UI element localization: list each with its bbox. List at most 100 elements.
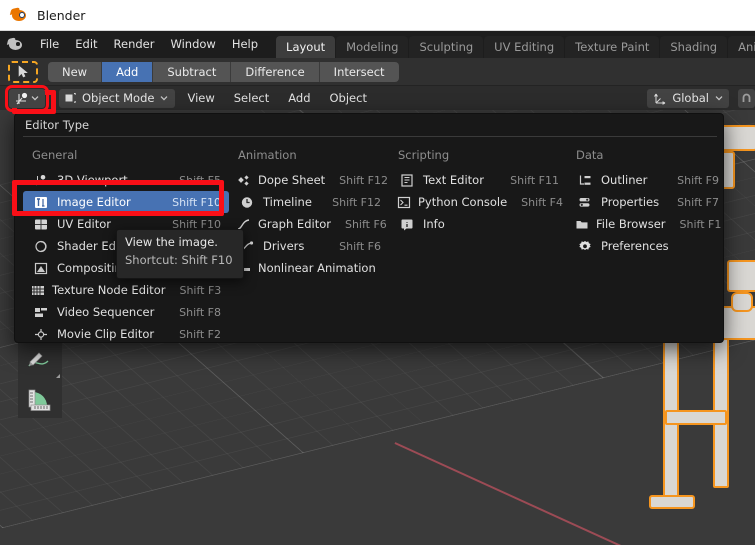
tab-animation[interactable]: Animation [728,36,755,58]
menu-item-shortcut: Shift F11 [510,173,559,187]
menu-item-shortcut: Shift F4 [521,195,563,209]
movie-clip-editor-icon [31,327,50,342]
menu-window[interactable]: Window [162,34,223,55]
tab-uv-editing[interactable]: UV Editing [484,36,565,58]
topbar-menu-row: File Edit Render Window Help [0,31,266,58]
info-icon [397,217,416,232]
menu-item-shortcut: Shift F5 [179,173,221,187]
menu-item-label: 3D Viewport [57,173,128,187]
magnet-snap-icon[interactable] [738,88,755,108]
menu-item-label: Python Console [418,195,508,209]
menu-item-shortcut: Shift F7 [677,195,719,209]
blender-logo-icon [9,6,28,24]
menu-item-dope-sheet[interactable]: Dope Sheet Shift F12 [229,169,389,191]
menu-item-shortcut: Shift F2 [179,327,221,341]
menu-item-text-editor[interactable]: Text Editor Shift F11 [389,169,567,191]
python-console-icon [397,195,411,210]
editor-type-dropdown-menu: Editor Type General 3D Viewport Shift F5… [14,113,724,343]
column-heading-data: Data [576,148,604,162]
blender-menu-icon[interactable] [6,36,25,53]
transform-orientation-dropdown[interactable]: Global [647,88,729,108]
viewport-menu-object[interactable]: Object [323,89,374,107]
annotate-pencil-icon[interactable] [18,342,62,380]
menu-file[interactable]: File [32,34,67,55]
boolean-add[interactable]: Add [102,61,154,82]
menu-edit[interactable]: Edit [67,34,105,55]
menu-item-shortcut: Shift F9 [677,173,719,187]
menu-item-label: Preferences [601,239,669,253]
menu-help[interactable]: Help [224,34,266,55]
menu-item-label: Outliner [601,173,648,187]
viewport-menu-select[interactable]: Select [227,89,276,107]
tab-layout[interactable]: Layout [276,36,336,58]
texture-node-editor-icon [31,283,45,298]
column-heading-animation: Animation [238,148,297,162]
preferences-gear-icon [575,239,594,254]
chevron-down-icon [161,96,168,101]
chevron-down-icon [715,96,723,101]
menu-item-shortcut: Shift F6 [344,217,387,231]
tab-sculpting[interactable]: Sculpting [409,36,484,58]
menu-item-shortcut: Shift F12 [339,173,388,187]
boolean-mode-group: New Add Subtract Difference Intersect [48,61,399,82]
menu-item-label: Drivers [263,239,305,253]
text-editor-icon [397,173,416,188]
model-spindle [731,292,753,312]
model-cross-brace [665,410,727,425]
dope-sheet-icon [237,173,251,188]
outliner-icon [575,173,594,188]
menu-item-graph-editor[interactable]: Graph Editor Shift F6 [229,213,389,235]
tool-expand-corner [56,374,60,378]
menu-item-properties[interactable]: Properties Shift F7 [567,191,727,213]
tool-settings-row: New Add Subtract Difference Intersect [0,58,755,86]
menu-item-shortcut: Shift F10 [172,195,221,209]
menu-item-info[interactable]: Info [389,213,567,235]
tab-texture-paint[interactable]: Texture Paint [565,36,660,58]
menu-item-label: Nonlinear Animation [258,261,376,275]
menu-item-nonlinear-animation[interactable]: Nonlinear Animation [229,257,389,279]
viewport-menu-view[interactable]: View [180,89,221,107]
object-mode-icon [65,93,76,103]
editor-type-dropdown-button[interactable] [5,84,49,112]
compositing-icon [31,261,50,276]
boolean-new[interactable]: New [48,61,103,82]
blender-topbar: File Edit Render Window Help Layout Mode… [0,31,755,58]
menu-item-video-sequencer[interactable]: Video Sequencer Shift F8 [23,301,229,323]
tab-modeling[interactable]: Modeling [336,36,409,58]
boolean-intersect[interactable]: Intersect [319,61,399,82]
menu-item-drivers[interactable]: Drivers Shift F6 [229,235,389,257]
cursor-select-box-icon[interactable] [8,60,38,83]
tooltip-description: View the image. [125,235,218,249]
column-heading-scripting: Scripting [398,148,450,162]
menu-item-label: Image Editor [57,195,131,209]
measure-ruler-icon[interactable] [18,380,62,418]
boolean-subtract[interactable]: Subtract [153,61,232,82]
menu-item-timeline[interactable]: Timeline Shift F12 [229,191,389,213]
window-title-bar: Blender [0,0,755,31]
menu-render[interactable]: Render [106,34,163,55]
menu-item-texture-node-editor[interactable]: Texture Node Editor Shift F3 [23,279,229,301]
menu-item-python-console[interactable]: Python Console Shift F4 [389,191,567,213]
annotate-glyph [28,352,49,367]
menu-item-shortcut: Shift F6 [339,239,381,253]
menu-item-label: Text Editor [423,173,484,187]
menu-item-label: File Browser [596,217,666,231]
menu-item-outliner[interactable]: Outliner Shift F9 [567,169,727,191]
workspace-tabs: Layout Modeling Sculpting UV Editing Tex… [276,31,755,58]
image-editor-icon [31,195,50,210]
menu-item-3d-viewport[interactable]: 3D Viewport Shift F5 [23,169,229,191]
viewport-menu-add[interactable]: Add [281,89,317,107]
menu-item-preferences[interactable]: Preferences [567,235,727,257]
menu-item-movie-clip-editor[interactable]: Movie Clip Editor Shift F2 [23,323,229,345]
window-title: Blender [37,7,86,23]
menu-item-label: Dope Sheet [258,173,326,187]
menu-item-image-editor[interactable]: Image Editor Shift F10 [23,191,229,213]
tab-shading[interactable]: Shading [660,36,728,58]
menu-item-file-browser[interactable]: File Browser Shift F1 [567,213,727,235]
tooltip-shortcut: Shortcut: Shift F10 [125,253,233,267]
interaction-mode-dropdown[interactable]: Object Mode [59,88,176,108]
boolean-difference[interactable]: Difference [231,61,320,82]
menu-item-label: Info [423,217,445,231]
viewport-toolshelf [18,342,62,418]
dropdown-column-data: Data Outliner Shift F9 Properties Shift … [567,148,727,345]
